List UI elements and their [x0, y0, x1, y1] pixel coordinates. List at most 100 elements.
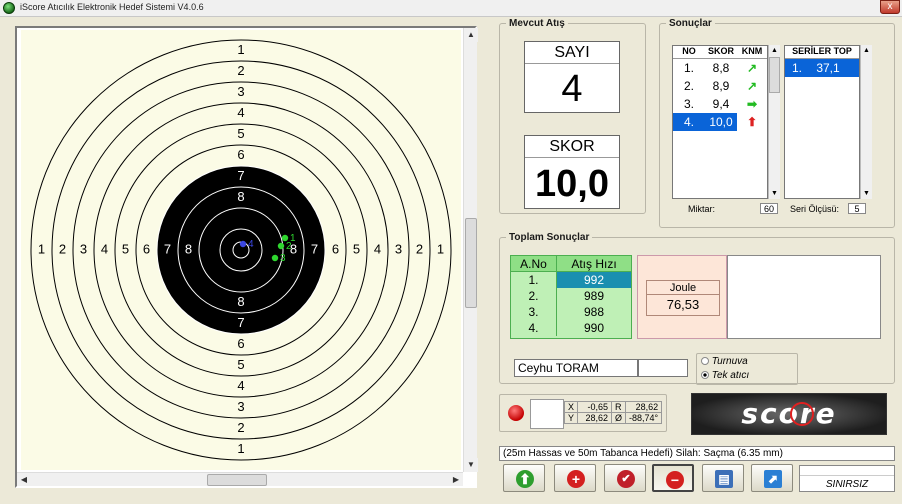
miktar-value: 60 — [760, 203, 778, 214]
col-skor: SKOR — [707, 46, 734, 56]
series-no: 1. — [791, 61, 802, 75]
score-logo: score — [691, 393, 887, 435]
confirm-button[interactable]: ✔ — [604, 464, 646, 492]
mode-turnuva[interactable]: Turnuva — [701, 356, 748, 367]
ring-label: 4 — [237, 378, 244, 393]
table-row[interactable]: 3. 988 — [511, 304, 631, 320]
export-button[interactable]: ⬈ — [751, 464, 793, 492]
table-row[interactable]: 4. 990 — [511, 320, 631, 336]
logo-text: score — [741, 397, 837, 430]
results-scrollbar[interactable]: ▲ ▼ — [768, 45, 780, 199]
ring-label: 5 — [353, 241, 360, 256]
speed-value: 989 — [583, 289, 605, 303]
arrow-up-right-icon: ↗ — [746, 61, 758, 75]
phi-label: Ø — [611, 412, 627, 424]
scroll-thumb[interactable] — [769, 57, 780, 93]
sayi-box: SAYI 4 — [524, 41, 620, 113]
shot-label: 2 — [286, 241, 292, 252]
scroll-down-icon[interactable]: ▼ — [861, 188, 872, 199]
speed-no: 2. — [511, 288, 557, 304]
mevcut-atis-group: Mevcut Atış SAYI 4 SKOR 10,0 — [499, 18, 646, 214]
scroll-right-icon[interactable]: ▶ — [449, 473, 463, 487]
title-bar: iScore Atıcılık Elektronik Hedef Sistemi… — [0, 0, 902, 17]
miktar-label: Miktar: — [688, 204, 715, 214]
ring-label: 7 — [237, 315, 244, 330]
scroll-up-icon[interactable]: ▲ — [769, 45, 780, 56]
row-no: 2. — [683, 79, 694, 93]
ring-label: 3 — [395, 241, 402, 256]
scroll-thumb[interactable] — [465, 218, 477, 308]
series-scrollbar[interactable]: ▲ ▼ — [860, 45, 872, 199]
table-row[interactable]: 3. 9,4 ➡ — [673, 95, 767, 113]
mevcut-atis-legend: Mevcut Atış — [509, 18, 565, 29]
table-row[interactable]: 2. 8,9 ↗ — [673, 77, 767, 95]
sayi-label: SAYI — [525, 42, 619, 64]
add-button[interactable]: + — [554, 464, 596, 492]
radio-turnuva[interactable] — [701, 357, 709, 366]
shooter-extra-field[interactable] — [638, 359, 688, 377]
target-vertical-scrollbar[interactable]: ▲ ▼ — [463, 28, 478, 472]
target-horizontal-scrollbar[interactable]: ◀ ▶ — [17, 472, 463, 486]
seri-olcusu-value: 5 — [848, 203, 866, 214]
scroll-down-icon[interactable]: ▼ — [464, 458, 478, 472]
remove-button[interactable]: − — [652, 464, 694, 492]
target-panel: 123456788765432112345678876543211234 ▲ ▼… — [15, 26, 478, 488]
scroll-up-icon[interactable]: ▲ — [464, 28, 478, 42]
status-dot-icon — [508, 405, 524, 421]
scroll-down-icon[interactable]: ▼ — [769, 188, 780, 199]
app-logo-icon — [3, 2, 15, 14]
col-seriler: SERİLER TOP — [792, 46, 852, 56]
scroll-up-icon[interactable]: ▲ — [861, 45, 872, 56]
table-row[interactable]: 2. 989 — [511, 288, 631, 304]
r-value: 28,62 — [625, 401, 663, 413]
mode-tek-atici[interactable]: Tek atıcı — [701, 370, 749, 381]
ring-label: 2 — [416, 241, 423, 256]
shooter-name-field[interactable]: Ceyhu TORAM — [514, 359, 638, 377]
table-row[interactable]: 1. 8,8 ↗ — [673, 59, 767, 77]
coords-table: X -0,65 R 28,62 Y 28,62 Ø -88,74° — [563, 401, 663, 424]
y-label: Y — [563, 412, 579, 424]
ring-label: 1 — [237, 441, 244, 456]
scroll-thumb[interactable] — [207, 474, 267, 486]
toplam-sonuclar-group: Toplam Sonuçlar A.No Atış Hızı 1. 992 2.… — [499, 232, 895, 385]
turnuva-label: Turnuva — [711, 356, 748, 367]
shot-label: 3 — [280, 253, 286, 264]
skor-value: 10,0 — [535, 163, 609, 205]
table-row-selected[interactable]: 1. 37,1 — [785, 59, 859, 77]
coords-panel: X -0,65 R 28,62 Y 28,62 Ø -88,74° — [499, 394, 667, 432]
joule-value: 76,53 — [666, 297, 700, 312]
upload-button[interactable]: ⬆ — [503, 464, 545, 492]
results-header: NO SKOR KNM — [673, 46, 767, 59]
radio-tek-atici[interactable] — [701, 371, 709, 380]
ring-label: 8 — [237, 294, 244, 309]
tek-atici-label: Tek atıcı — [711, 370, 750, 381]
row-no: 1. — [683, 61, 694, 75]
close-button[interactable]: x — [880, 0, 900, 14]
arrow-up-right-icon: ↗ — [746, 79, 758, 93]
status-line: (25m Hassas ve 50m Tabanca Hedefi) Silah… — [499, 446, 895, 461]
col-knm: KNM — [741, 46, 763, 56]
shot-label: 4 — [248, 239, 254, 250]
scroll-left-icon[interactable]: ◀ — [17, 473, 31, 487]
series-table: SERİLER TOP 1. 37,1 — [784, 45, 860, 199]
printer-icon: ▤ — [715, 470, 733, 488]
shot-mark — [277, 242, 285, 250]
ring-label: 1 — [437, 241, 444, 256]
ring-label: 3 — [237, 399, 244, 414]
print-button[interactable]: ▤ — [702, 464, 744, 492]
series-header: SERİLER TOP — [785, 46, 859, 59]
ring-label: 4 — [237, 105, 244, 120]
joule-box: Joule 76,53 — [646, 280, 720, 316]
speed-no: 4. — [511, 320, 557, 336]
ring-label: 7 — [237, 168, 244, 183]
table-row-selected[interactable]: 1. 992 — [511, 272, 631, 288]
export-icon: ⬈ — [764, 470, 782, 488]
ring-label: 6 — [332, 241, 339, 256]
table-row-selected[interactable]: 4. 10,0 ⬆ — [673, 113, 767, 131]
sayi-value: 4 — [561, 68, 583, 110]
ring-label: 6 — [237, 147, 244, 162]
crosshair-icon — [790, 402, 814, 426]
ring-label: 2 — [237, 63, 244, 78]
phi-value: -88,74° — [625, 412, 663, 424]
row-skor: 10,0 — [709, 115, 733, 129]
